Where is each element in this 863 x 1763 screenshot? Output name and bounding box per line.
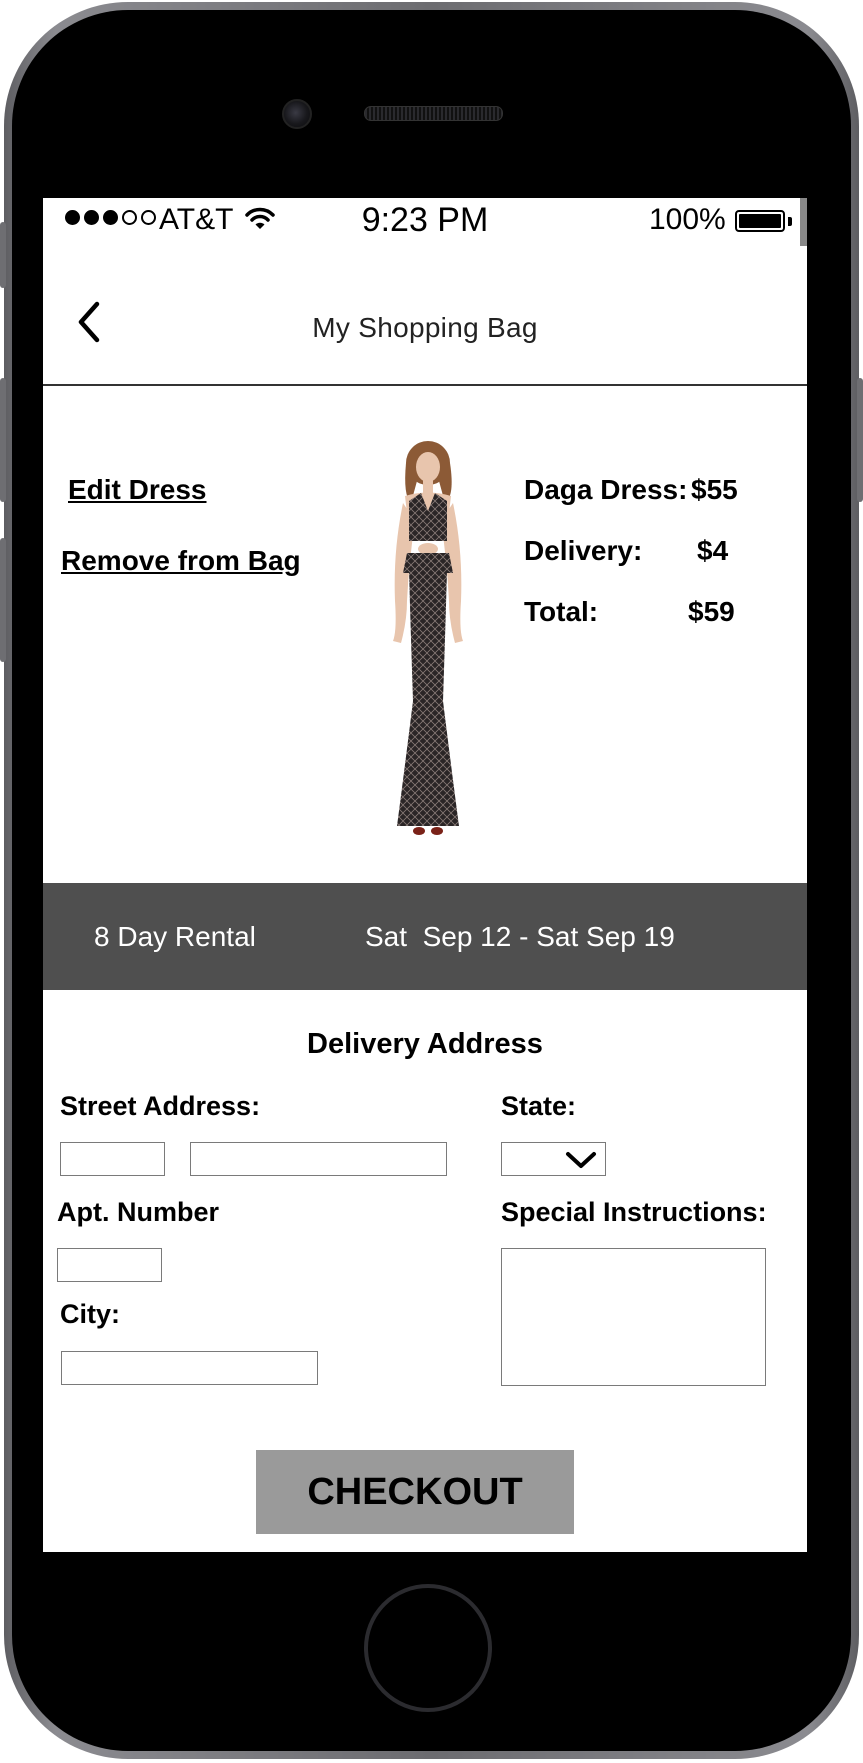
price-value-dress: $55 (691, 474, 738, 505)
price-value-delivery: $4 (697, 535, 729, 566)
state-label: State: (501, 1091, 577, 1121)
rental-duration: 8 Day Rental (94, 921, 256, 952)
mute-switch (0, 222, 6, 288)
street-address-label: Street Address: (60, 1091, 261, 1121)
special-instructions-label: Special Instructions: (501, 1197, 767, 1227)
edit-dress-link[interactable]: Edit Dress (68, 474, 207, 506)
battery-icon (735, 210, 785, 232)
street-name-input[interactable] (190, 1142, 447, 1176)
status-bar: AT&T 9:23 PM 100% (43, 198, 807, 244)
special-instructions-textarea[interactable] (501, 1248, 766, 1386)
remove-from-bag-link[interactable]: Remove from Bag (61, 545, 301, 577)
city-label: City: (60, 1299, 120, 1329)
street-number-input[interactable] (60, 1142, 165, 1176)
battery-percent: 100% (649, 203, 726, 236)
rental-period-bar: 8 Day Rental Sat Sep 12 - Sat Sep 19 (43, 883, 807, 990)
price-label-delivery: Delivery: (524, 535, 643, 566)
price-label-dress: Daga Dress: (524, 474, 688, 505)
battery-tip (788, 217, 792, 226)
home-button[interactable] (364, 1584, 492, 1712)
price-label-total: Total: (524, 596, 599, 627)
price-value-total: $59 (688, 596, 735, 627)
rental-dates: Sat Sep 12 - Sat Sep 19 (365, 921, 675, 952)
apt-number-input[interactable] (57, 1248, 162, 1282)
power-button (857, 378, 863, 502)
front-camera-icon (282, 99, 312, 129)
header-divider (43, 384, 807, 386)
apt-number-label: Apt. Number (57, 1197, 219, 1227)
earpiece-speaker (364, 106, 503, 121)
city-input[interactable] (61, 1351, 318, 1385)
page-title: My Shopping Bag (312, 312, 538, 343)
checkout-button[interactable]: CHECKOUT (256, 1450, 574, 1534)
volume-down-button (0, 538, 6, 662)
chevron-down-icon (566, 1152, 596, 1168)
delivery-address-heading: Delivery Address (307, 1028, 543, 1060)
state-select[interactable] (501, 1142, 606, 1176)
app-screen: AT&T 9:23 PM 100% My Shopping Bag Edit D… (43, 198, 807, 1552)
dress-product-image[interactable] (363, 441, 493, 841)
volume-up-button (0, 378, 6, 502)
